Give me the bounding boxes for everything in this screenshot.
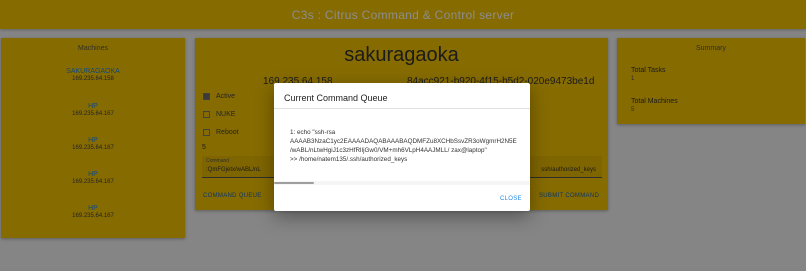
dialog-title: Current Command Queue — [284, 93, 388, 103]
queue-line: /wABL/nLtwHgiJ1c3zHfRlIjGw0/VM+mh6VLpH4A… — [290, 147, 487, 154]
queue-line: AAAAB3NzaC1yc2EAAAADAQABAAABAQDMFZu8XCHb… — [290, 138, 517, 145]
dialog-divider — [274, 108, 530, 109]
dialog-content: 1: echo "ssh-rsa AAAAB3NzaC1yc2EAAAADAQA… — [290, 128, 530, 164]
close-button[interactable]: CLOSE — [500, 196, 522, 202]
queue-line: >> /home/natem135/.ssh/authorized_keys — [290, 156, 408, 163]
queue-line: 1: echo "ssh-rsa — [290, 129, 336, 136]
horizontal-scrollbar[interactable] — [274, 181, 530, 185]
scrollbar-thumb[interactable] — [274, 182, 314, 184]
command-queue-dialog: Current Command Queue 1: echo "ssh-rsa A… — [274, 83, 530, 211]
